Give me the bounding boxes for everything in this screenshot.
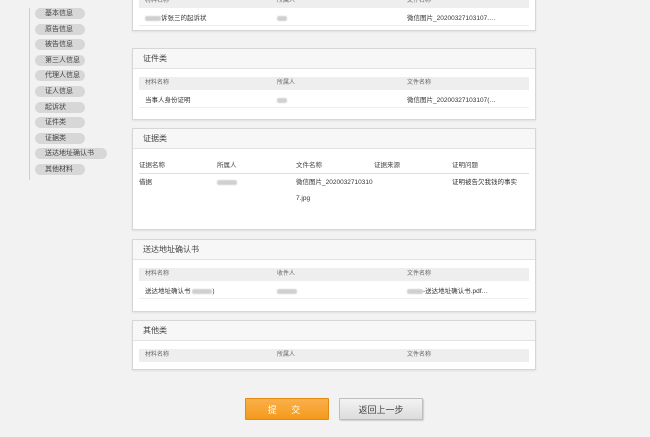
owner-cell xyxy=(277,12,287,26)
evidence-panel: 证据类 证据名称 所属人 文件名称 证据来源 证明问题 借据 微信图片_2020… xyxy=(132,128,536,230)
material-cell: 诉张三的起诉状 xyxy=(145,12,207,26)
owner-cell xyxy=(217,176,237,190)
submit-button[interactable]: 提 交 xyxy=(245,398,329,420)
evidence-name: 借据 xyxy=(139,179,152,186)
col-file: 文件名称 xyxy=(296,162,322,169)
panel-title: 证件类 xyxy=(133,49,535,69)
file-link-continued[interactable]: 7.jpg xyxy=(296,192,310,206)
material-suffix: ) xyxy=(212,288,215,295)
col-material: 材料名称 xyxy=(145,271,170,277)
redacted-mark xyxy=(277,15,287,21)
sidebar-item-defendant[interactable]: 被告信息 xyxy=(35,39,85,51)
col-owner: 所属人 xyxy=(217,162,237,169)
owner-cell xyxy=(277,94,287,108)
sidebar-item-id-docs[interactable]: 证件类 xyxy=(35,117,85,129)
col-material: 材料名称 xyxy=(145,80,170,86)
sidebar-item-agent[interactable]: 代理人信息 xyxy=(35,70,85,82)
file-link[interactable]: 微信图片_20200327103107(… xyxy=(407,94,496,108)
redacted-mark xyxy=(145,15,161,21)
table-header: 材料名称 所属人 文件名称 xyxy=(139,77,529,90)
sidebar-item-complaint[interactable]: 起诉状 xyxy=(35,101,85,113)
col-source: 证据来源 xyxy=(374,162,400,169)
redacted-mark xyxy=(192,288,213,294)
col-file: 文件名称 xyxy=(407,0,432,4)
col-file: 文件名称 xyxy=(407,271,432,277)
material-name: 送达地址确认书 xyxy=(145,288,191,295)
redacted-mark xyxy=(277,288,297,294)
panel-title: 送达地址确认书 xyxy=(133,240,535,260)
back-button[interactable]: 返回上一步 xyxy=(339,398,423,420)
sidebar-item-evidence[interactable]: 证据类 xyxy=(35,132,85,144)
sidebar-item-address-confirmation[interactable]: 送达地址确认书 xyxy=(35,148,107,160)
other-panel: 其他类 材料名称 所属人 文件名称 xyxy=(132,320,536,370)
sidebar-nav: 基本信息 原告信息 被告信息 第三人信息 代理人信息 证人信息 起诉状 证件类 … xyxy=(29,8,111,180)
sidebar-item-witness[interactable]: 证人信息 xyxy=(35,85,85,97)
recipient-cell xyxy=(277,285,297,299)
table-row: 借据 微信图片_2020032710310 7.jpg 证明被告欠我钱的事实 xyxy=(139,176,529,210)
col-evidence-name: 证据名称 xyxy=(139,162,165,169)
material-name: 当事人身份证明 xyxy=(145,97,191,104)
table-header: 材料名称 所属人 文件名称 xyxy=(139,0,529,8)
table-header: 证据名称 所属人 文件名称 证据来源 证明问题 xyxy=(139,157,529,174)
redacted-mark xyxy=(277,97,287,103)
file-link[interactable]: 微信图片_2020032710310 xyxy=(296,176,373,190)
file-link[interactable]: -送达地址确认书.pdf… xyxy=(423,288,488,295)
table-row: 送达地址确认书 ) -送达地址确认书.pdf… xyxy=(139,285,529,299)
col-owner: 所属人 xyxy=(277,80,296,86)
col-file: 文件名称 xyxy=(407,352,432,358)
address-confirmation-panel: 送达地址确认书 材料名称 收件人 文件名称 送达地址确认书 ) -送达地址确认书… xyxy=(132,239,536,312)
col-owner: 所属人 xyxy=(277,352,296,358)
panel-title: 其他类 xyxy=(133,321,535,341)
col-purpose: 证明问题 xyxy=(452,162,478,169)
table-header: 材料名称 收件人 文件名称 xyxy=(139,268,529,281)
sidebar-item-other[interactable]: 其他材料 xyxy=(35,163,85,175)
evidence-purpose: 证明被告欠我钱的事实 xyxy=(452,179,517,186)
col-material: 材料名称 xyxy=(145,352,170,358)
redacted-mark xyxy=(407,288,423,294)
sidebar-item-plaintiff[interactable]: 原告信息 xyxy=(35,23,85,35)
complaint-panel: 材料名称 所属人 文件名称 诉张三的起诉状 微信图片_2020032710310… xyxy=(132,0,536,31)
col-recipient: 收件人 xyxy=(277,271,296,277)
table-row: 诉张三的起诉状 微信图片_20200327103107.… xyxy=(139,12,529,26)
material-name: 诉张三的起诉状 xyxy=(161,15,207,22)
file-cell: -送达地址确认书.pdf… xyxy=(407,285,488,299)
panel-title: 证据类 xyxy=(133,129,535,149)
col-material: 材料名称 xyxy=(145,0,170,4)
col-owner: 所属人 xyxy=(277,0,296,4)
redacted-mark xyxy=(217,179,237,185)
id-docs-panel: 证件类 材料名称 所属人 文件名称 当事人身份证明 微信图片_202003271… xyxy=(132,48,536,120)
table-header: 材料名称 所属人 文件名称 xyxy=(139,349,529,362)
material-cell: 送达地址确认书 ) xyxy=(145,285,214,299)
sidebar-item-third-party[interactable]: 第三人信息 xyxy=(35,54,85,66)
table-row: 当事人身份证明 微信图片_20200327103107(… xyxy=(139,94,529,108)
file-link[interactable]: 微信图片_20200327103107.… xyxy=(407,12,496,26)
col-file: 文件名称 xyxy=(407,80,432,86)
sidebar-item-basic-info[interactable]: 基本信息 xyxy=(35,8,85,19)
